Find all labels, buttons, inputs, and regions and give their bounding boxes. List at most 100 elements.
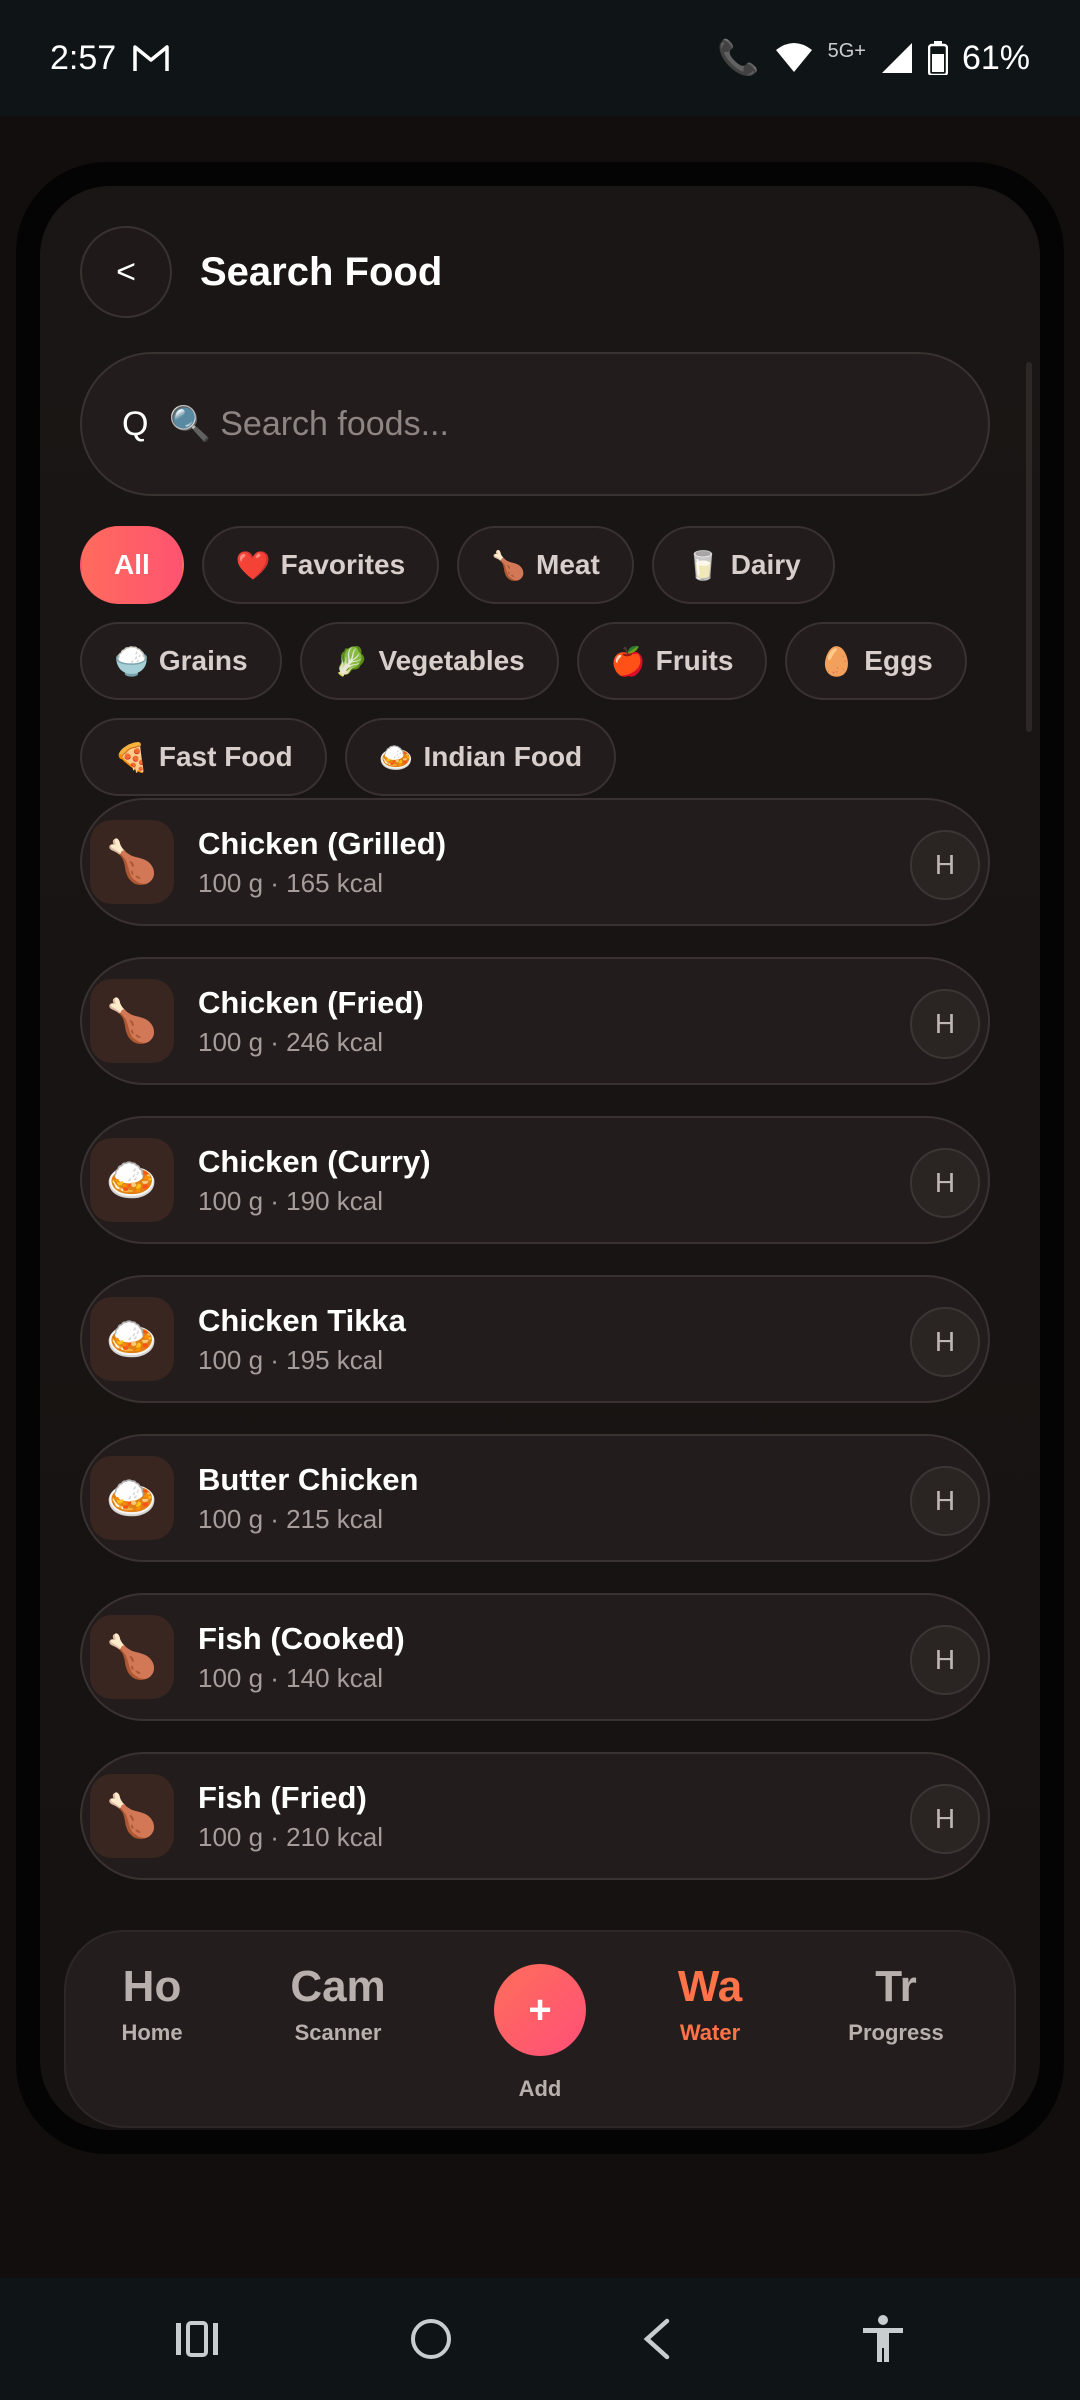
rice-icon: 🍚 <box>114 645 149 677</box>
heart-button[interactable]: H <box>910 1307 980 1377</box>
accessibility-icon[interactable] <box>860 2314 906 2364</box>
heart-button[interactable]: H <box>910 830 980 900</box>
battery-icon <box>927 41 948 75</box>
food-meta: 100 g · 165 kcal <box>198 867 384 898</box>
food-item[interactable]: 🍗 Fish (Cooked) 100 g · 140 kcal H <box>80 1593 990 1721</box>
chip-dairy[interactable]: 🥛 Dairy <box>651 526 835 604</box>
add-button[interactable]: + <box>494 1964 586 2056</box>
nav-abbr: Cam <box>290 1962 386 2011</box>
food-name: Chicken (Grilled) <box>198 825 447 861</box>
drumstick-icon: 🍗 <box>90 820 174 904</box>
chip-indian-food[interactable]: 🍛 Indian Food <box>344 718 617 796</box>
food-text: Fish (Fried) 100 g · 210 kcal <box>198 1780 383 1853</box>
scrollbar[interactable] <box>1026 362 1032 732</box>
heart-button[interactable]: H <box>910 1784 980 1854</box>
app-screen: < Search Food Q All ❤️ Favorites <box>40 186 1040 2130</box>
food-name: Fish (Fried) <box>198 1779 367 1815</box>
chip-all[interactable]: All <box>80 526 184 604</box>
nav-abbr: Ho <box>122 1962 182 2011</box>
food-list: 🍗 Chicken (Grilled) 100 g · 165 kcal H 🍗… <box>80 798 990 1911</box>
food-text: Butter Chicken 100 g · 215 kcal <box>198 1462 418 1535</box>
chip-label: Fruits <box>655 645 734 676</box>
chip-eggs[interactable]: 🥚 Eggs <box>785 622 967 700</box>
search-box[interactable]: Q <box>80 352 990 496</box>
nav-abbr: Wa <box>677 1962 743 2011</box>
wifi-icon <box>775 43 812 72</box>
nav-scanner[interactable]: Cam Scanner <box>258 1962 418 2046</box>
nav-home[interactable]: Ho Home <box>72 1962 232 2046</box>
chip-label: Fast Food <box>158 741 293 772</box>
food-name: Fish (Cooked) <box>198 1620 405 1656</box>
status-time: 2:57 <box>50 38 117 77</box>
home-icon[interactable] <box>409 2317 453 2361</box>
drumstick-icon: 🍗 <box>90 1615 174 1699</box>
food-item[interactable]: 🍛 Butter Chicken 100 g · 215 kcal H <box>80 1434 990 1562</box>
wifi-call-icon: 📞 <box>717 39 760 77</box>
gmail-icon <box>133 45 169 71</box>
system-nav-bar <box>0 2278 1080 2400</box>
page-title: Search Food <box>200 249 443 294</box>
back-icon: < <box>116 252 136 291</box>
food-meta: 100 g · 246 kcal <box>198 1026 384 1057</box>
back-nav-icon[interactable] <box>641 2317 671 2361</box>
nav-label: Scanner <box>294 2020 382 2045</box>
food-meta: 100 g · 215 kcal <box>198 1503 384 1534</box>
chip-vegetables[interactable]: 🥬 Vegetables <box>299 622 559 700</box>
heart-icon: ❤️ <box>235 549 271 581</box>
egg-icon: 🥚 <box>819 645 855 677</box>
food-item[interactable]: 🍗 Chicken (Fried) 100 g · 246 kcal H <box>80 957 990 1085</box>
recents-icon[interactable] <box>174 2319 220 2359</box>
nav-label: Progress <box>848 2020 944 2045</box>
bottom-nav: Ho Home Cam Scanner + Add Wa Water Tr Pr… <box>64 1930 1016 2128</box>
nav-abbr: Tr <box>875 1962 917 2011</box>
heart-button[interactable]: H <box>910 1625 980 1695</box>
heart-button[interactable]: H <box>910 1466 980 1536</box>
chip-label: Grains <box>158 645 248 676</box>
nav-progress[interactable]: Tr Progress <box>816 1962 976 2046</box>
chip-fast-food[interactable]: 🍕 Fast Food <box>80 718 327 796</box>
chip-grains[interactable]: 🍚 Grains <box>80 622 282 700</box>
signal-icon <box>881 43 912 73</box>
chip-row-2: 🍚 Grains 🥬 Vegetables 🍎 Fruits 🥚 Eggs <box>80 622 1000 700</box>
back-button[interactable]: < <box>80 226 172 318</box>
chip-label: Eggs <box>864 645 933 676</box>
curry-icon: 🍛 <box>90 1456 174 1540</box>
heart-button[interactable]: H <box>910 1148 980 1218</box>
chip-favorites[interactable]: ❤️ Favorites <box>201 526 440 604</box>
food-meta: 100 g · 140 kcal <box>198 1662 384 1693</box>
chip-row-3: 🍕 Fast Food 🍛 Indian Food <box>80 718 1000 796</box>
network-type: 5G+ <box>827 39 866 62</box>
drumstick-icon: 🍗 <box>90 979 174 1063</box>
food-item[interactable]: 🍗 Fish (Fried) 100 g · 210 kcal H <box>80 1752 990 1880</box>
food-meta: 100 g · 210 kcal <box>198 1821 384 1852</box>
food-name: Chicken Tikka <box>198 1302 406 1338</box>
header: < Search Food <box>80 226 442 318</box>
chip-label: Meat <box>536 549 600 580</box>
food-text: Chicken (Curry) 100 g · 190 kcal <box>198 1144 431 1217</box>
food-text: Chicken (Fried) 100 g · 246 kcal <box>198 985 424 1058</box>
chip-fruits[interactable]: 🍎 Fruits <box>576 622 768 700</box>
chip-meat[interactable]: 🍗 Meat <box>457 526 634 604</box>
food-text: Chicken Tikka 100 g · 195 kcal <box>198 1303 406 1376</box>
food-text: Fish (Cooked) 100 g · 140 kcal <box>198 1621 405 1694</box>
food-item[interactable]: 🍗 Chicken (Grilled) 100 g · 165 kcal H <box>80 798 990 926</box>
category-chips: All ❤️ Favorites 🍗 Meat 🥛 Dairy 🍚 Grains… <box>80 526 1000 814</box>
food-name: Butter Chicken <box>198 1461 419 1497</box>
search-input[interactable] <box>168 404 869 444</box>
food-item[interactable]: 🍛 Chicken (Curry) 100 g · 190 kcal H <box>80 1116 990 1244</box>
curry-icon: 🍛 <box>90 1138 174 1222</box>
phone-frame: < Search Food Q All ❤️ Favorites <box>16 162 1064 2154</box>
food-item[interactable]: 🍛 Chicken Tikka 100 g · 195 kcal H <box>80 1275 990 1403</box>
nav-water[interactable]: Wa Water <box>630 1962 790 2046</box>
app-stage: < Search Food Q All ❤️ Favorites <box>0 116 1080 2278</box>
chip-row-1: All ❤️ Favorites 🍗 Meat 🥛 Dairy <box>80 526 1000 604</box>
milk-icon: 🥛 <box>685 549 721 581</box>
drumstick-icon: 🍗 <box>491 549 527 581</box>
food-text: Chicken (Grilled) 100 g · 165 kcal <box>198 826 446 899</box>
battery-percent: 61% <box>961 38 1030 77</box>
add-label: Add <box>518 2076 562 2101</box>
apple-icon: 🍎 <box>610 645 646 677</box>
status-left: 2:57 <box>50 39 170 78</box>
heart-button[interactable]: H <box>910 989 980 1059</box>
food-name: Chicken (Fried) <box>198 984 424 1020</box>
